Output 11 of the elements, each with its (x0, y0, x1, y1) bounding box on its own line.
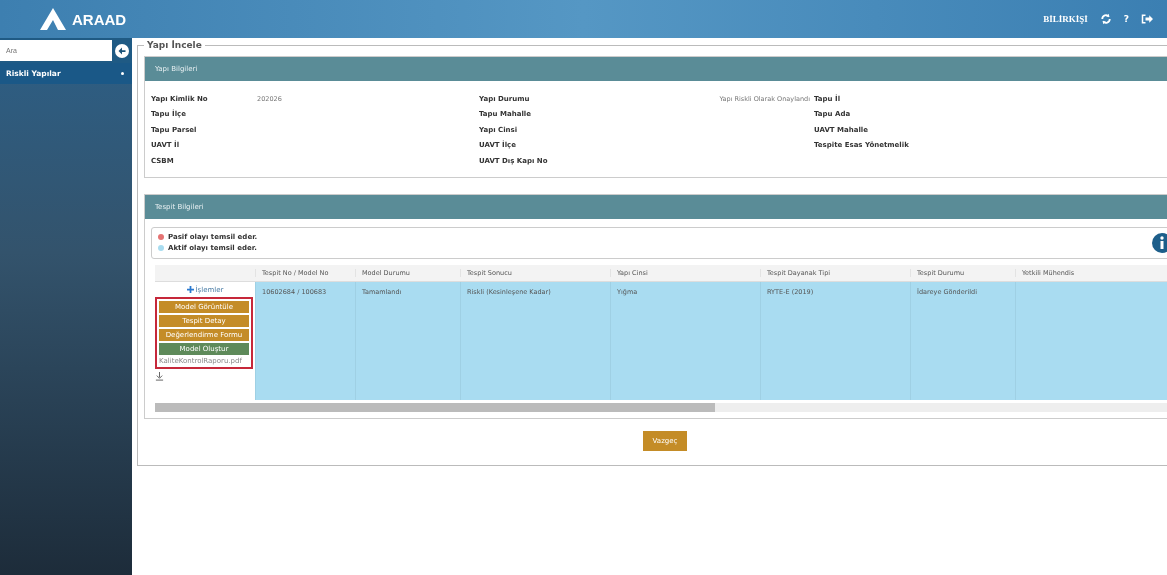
logout-icon[interactable] (1141, 13, 1153, 25)
page-title: Yapı İncele (146, 40, 203, 50)
logo-icon (38, 7, 68, 31)
horizontal-scrollbar[interactable] (155, 402, 1167, 412)
refresh-icon[interactable] (1099, 13, 1112, 25)
user-role[interactable]: BİLİRKİŞİ (1043, 14, 1088, 24)
plus-icon (186, 286, 194, 293)
info-icon[interactable] (1152, 232, 1167, 253)
logo-text: ARAAD (72, 10, 127, 28)
help-button[interactable]: ? (1123, 14, 1129, 24)
download-icon[interactable] (155, 371, 164, 381)
